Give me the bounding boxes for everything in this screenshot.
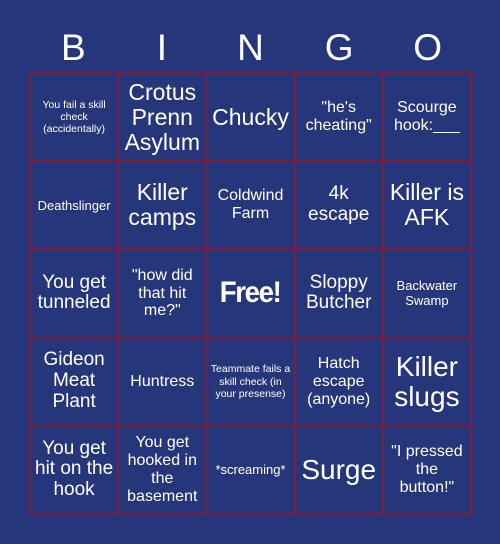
bingo-cell-label: Surge bbox=[301, 454, 377, 486]
bingo-cell-label: Chucky bbox=[212, 103, 289, 130]
bingo-cell-label: Free! bbox=[220, 276, 282, 310]
bingo-cell-label: Teammate fails a skill check (in your pr… bbox=[210, 363, 291, 400]
bingo-cell-label: Hatch escape (anyone) bbox=[307, 354, 371, 408]
bingo-cell[interactable]: Killer camps bbox=[119, 162, 208, 251]
bingo-cell[interactable]: Deathslinger bbox=[31, 162, 120, 251]
bingo-cell[interactable]: Scourge hook:___ bbox=[383, 74, 472, 163]
bingo-cell-label: Gideon Meat Plant bbox=[43, 349, 105, 413]
bingo-cell[interactable]: Teammate fails a skill check (in your pr… bbox=[207, 338, 296, 427]
bingo-cell[interactable]: "I pressed the button!" bbox=[383, 426, 472, 515]
bingo-header-row: B I N G O bbox=[29, 22, 472, 72]
bingo-cell-label: Killer is AFK bbox=[389, 179, 464, 231]
header-letter-o: O bbox=[413, 26, 443, 68]
bingo-cell[interactable]: *screaming* bbox=[207, 426, 296, 515]
bingo-cell[interactable]: You get hooked in the basement bbox=[119, 426, 208, 515]
bingo-grid: You fail a skill check (accidentally) Cro… bbox=[29, 72, 472, 515]
bingo-cell-label: Crotus Prenn Asylum bbox=[124, 78, 200, 155]
bingo-cell[interactable]: 4k escape bbox=[295, 162, 384, 251]
bingo-cell[interactable]: "he's cheating" bbox=[295, 74, 384, 163]
bingo-cell[interactable]: Chucky bbox=[207, 74, 296, 163]
bingo-cell[interactable]: Surge bbox=[295, 426, 384, 515]
bingo-cell[interactable]: You get hit on the hook bbox=[31, 426, 120, 515]
header-letter-i: I bbox=[156, 26, 168, 68]
bingo-cell[interactable]: Backwater Swamp bbox=[383, 250, 472, 339]
header-letter-b: B bbox=[60, 26, 86, 68]
bingo-cell-label: "I pressed the button!" bbox=[391, 443, 463, 496]
bingo-cell[interactable]: "how did that hit me?" bbox=[119, 250, 208, 339]
bingo-cell-label: Coldwind Farm bbox=[217, 187, 284, 223]
bingo-cell[interactable]: Gideon Meat Plant bbox=[31, 338, 120, 427]
bingo-cell-label: You fail a skill check (accidentally) bbox=[42, 98, 106, 136]
bingo-cell[interactable]: Crotus Prenn Asylum bbox=[119, 74, 208, 163]
bingo-card: B I N G O You fail a skill check (accide… bbox=[0, 0, 500, 544]
bingo-cell-label: "how did that hit me?" bbox=[131, 266, 193, 320]
bingo-cell-label: Killer camps bbox=[128, 179, 197, 231]
bingo-cell-label: Scourge hook:___ bbox=[393, 99, 460, 135]
bingo-cell[interactable]: You get tunneled bbox=[31, 250, 120, 339]
bingo-cell-label: Backwater Swamp bbox=[396, 278, 458, 309]
header-letter-g: G bbox=[324, 26, 354, 68]
bingo-cell-free[interactable]: Free! bbox=[207, 250, 296, 339]
bingo-cell-label: You get tunneled bbox=[37, 271, 111, 314]
bingo-cell[interactable]: Huntress bbox=[119, 338, 208, 427]
bingo-cell-label: Sloppy Butcher bbox=[305, 271, 372, 314]
bingo-cell-label: You get hooked in the basement bbox=[127, 434, 198, 505]
bingo-cell[interactable]: You fail a skill check (accidentally) bbox=[31, 74, 120, 163]
bingo-cell[interactable]: Killer slugs bbox=[383, 338, 472, 427]
bingo-cell[interactable]: Coldwind Farm bbox=[207, 162, 296, 251]
bingo-cell[interactable]: Sloppy Butcher bbox=[295, 250, 384, 339]
bingo-cell[interactable]: Killer is AFK bbox=[383, 162, 472, 251]
bingo-cell-label: *screaming* bbox=[215, 462, 286, 478]
bingo-cell-label: 4k escape bbox=[308, 183, 370, 226]
bingo-cell-label: Deathslinger bbox=[37, 197, 111, 213]
bingo-cell-label: "he's cheating" bbox=[305, 99, 372, 135]
bingo-cell-label: Killer slugs bbox=[394, 351, 460, 412]
bingo-cell[interactable]: Hatch escape (anyone) bbox=[295, 338, 384, 427]
bingo-cell-label: Huntress bbox=[130, 372, 195, 390]
header-letter-n: N bbox=[237, 26, 264, 68]
bingo-cell-label: You get hit on the hook bbox=[35, 437, 114, 501]
